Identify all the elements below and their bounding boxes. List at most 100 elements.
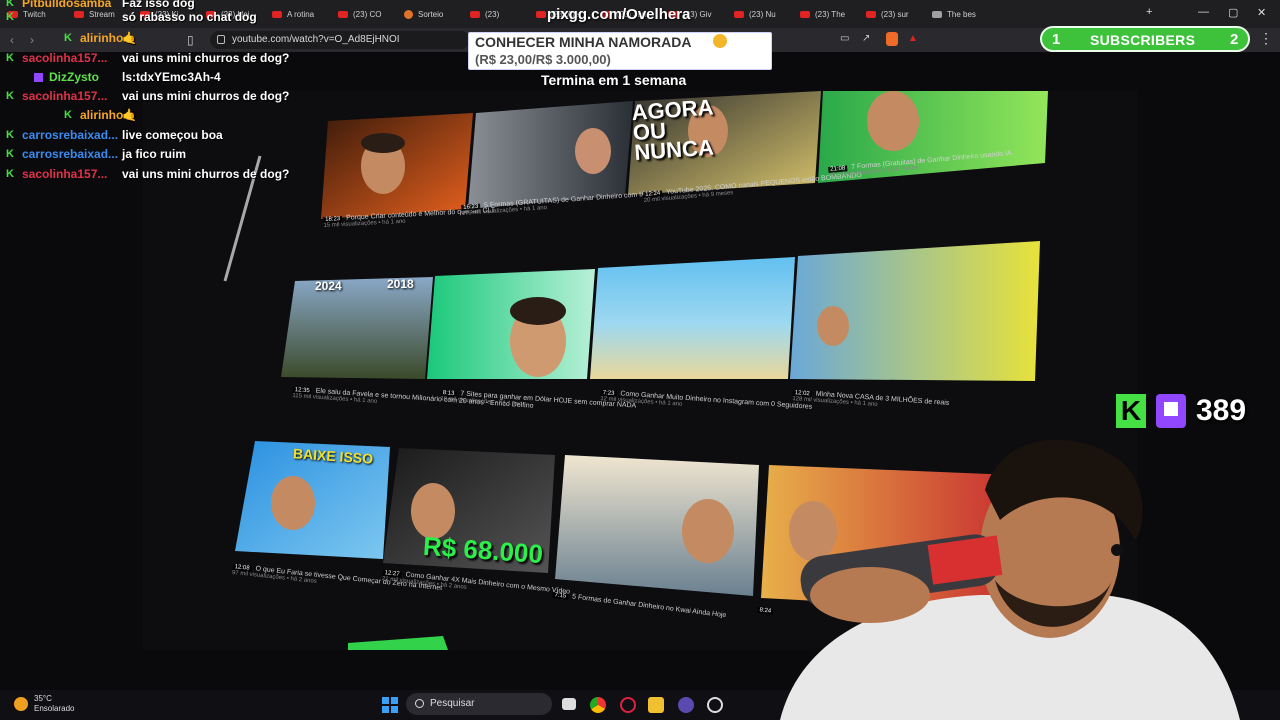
goal-ends: Termina em 1 semana <box>541 72 687 88</box>
chat-message: DizZysto ls:tdxYEmc3Ah-4 <box>6 70 306 84</box>
browser-tab-label: (23) Nu <box>749 9 776 19</box>
app-icon[interactable] <box>678 697 694 713</box>
chat-username: carrosrebaixad... <box>22 147 119 161</box>
browser-tab-label: Sorteio <box>418 9 444 19</box>
youtube-icon <box>734 10 744 18</box>
subscribers-label: SUBSCRIBERS <box>1090 32 1196 48</box>
youtube-icon <box>338 10 348 18</box>
goal-progress: (R$ 23,00/R$ 3.000,00) <box>475 52 611 67</box>
share-icon[interactable]: ↗ <box>862 33 870 44</box>
chat-username: DizZysto <box>49 70 100 84</box>
chat-text: vai uns mini churros de dog? <box>122 167 290 181</box>
browser-tab[interactable]: (23) The <box>792 3 858 25</box>
browser-tab[interactable]: Sorteio <box>396 3 462 25</box>
pix-url: pixgg.com/Ovelhera <box>547 6 691 23</box>
kick-badge-icon: K <box>6 11 14 23</box>
kick-badge-icon: K <box>64 109 72 121</box>
windows-start-icon[interactable] <box>382 697 398 713</box>
browser-tab[interactable]: The bes <box>924 3 990 25</box>
chat-message: Ksó rabasso no chat dog <box>6 10 306 24</box>
browser-tab-label: The bes <box>947 9 976 19</box>
chrome-icon[interactable] <box>590 697 606 713</box>
browser-tab-label: (23) CO <box>353 9 382 19</box>
task-view-icon[interactable] <box>562 698 576 710</box>
viewer-counter: K 389 <box>1116 394 1246 428</box>
browser-menu-icon[interactable]: ⋮ <box>1259 30 1273 47</box>
kick-badge-icon: K <box>6 168 14 180</box>
goal-title: CONHECER MINHA NAMORADA <box>475 34 692 50</box>
smile-emoji-icon <box>713 34 727 48</box>
kick-badge-icon: K <box>6 129 14 141</box>
chat-username: sacolinha157... <box>22 89 108 103</box>
kick-badge-icon: K <box>64 32 72 44</box>
subscribers-count: 1 <box>1052 31 1061 48</box>
chat-text: 🤙 <box>122 108 137 122</box>
weather-desc: Ensolarado <box>34 704 75 713</box>
subscribers-goal-bar: 1 SUBSCRIBERS 2 <box>1040 26 1250 52</box>
folder-icon[interactable] <box>648 697 664 713</box>
chat-username: carrosrebaixad... <box>22 128 119 142</box>
kick-logo-icon: K <box>1116 394 1146 428</box>
kick-badge-icon: K <box>6 52 14 64</box>
chat-username: alirinho <box>80 108 124 122</box>
youtube-icon <box>536 10 546 18</box>
browser-tab[interactable]: (23) <box>462 3 528 25</box>
cast-icon[interactable]: ▭ <box>840 33 849 44</box>
weather-widget[interactable]: 35°C Ensolarado <box>14 694 74 714</box>
donation-goal: CONHECER MINHA NAMORADA (R$ 23,00/R$ 3.0… <box>468 32 772 70</box>
chat-text: ls:tdxYEmc3Ah-4 <box>122 70 221 84</box>
browser-tab-label: (23) <box>485 9 500 19</box>
site-icon <box>932 10 942 18</box>
chat-text: ja fico ruim <box>122 147 187 161</box>
chat-message: K Pitbulldosamba Faz isso dog <box>6 0 306 10</box>
brave-shield-icon[interactable] <box>886 32 898 46</box>
thumb-text-2018: 2018 <box>387 277 414 291</box>
chat-text: só rabasso no chat dog <box>122 10 257 24</box>
chat-text: live começou boa <box>122 128 223 142</box>
browser-tab-label: (23) The <box>815 9 846 19</box>
chat-text: 🤙 <box>122 31 137 45</box>
subscribers-target: 2 <box>1230 31 1239 48</box>
browser-tab-label: (23) sur <box>881 9 909 19</box>
youtube-icon <box>800 10 810 18</box>
chat-username: sacolinha157... <box>22 51 108 65</box>
chat-username: alirinho <box>80 31 124 45</box>
close-icon[interactable]: ✕ <box>1257 6 1266 19</box>
viewer-count: 389 <box>1196 394 1247 427</box>
thumb-text-agora: AGORA OU NUNCA <box>630 94 715 166</box>
sun-icon <box>14 697 28 711</box>
browser-tab[interactable]: (23) CO <box>330 3 396 25</box>
chat-message: Kcarrosrebaixad... live começou boa <box>6 128 306 142</box>
browser-tab[interactable]: (23) Nu <box>726 3 792 25</box>
kick-badge-icon: K <box>6 0 14 9</box>
streamer-webcam <box>740 430 1280 720</box>
chat-message: Kcarrosrebaixad... ja fico ruim <box>6 147 306 161</box>
chat-message: Ksacolinha157... vai uns mini churros de … <box>6 89 306 103</box>
chat-text: vai uns mini churros de dog? <box>122 89 290 103</box>
kick-badge-icon: K <box>6 148 14 160</box>
taskbar-search[interactable]: Pesquisar <box>406 693 552 715</box>
chat-text: vai uns mini churros de dog? <box>122 51 290 65</box>
thumb-text-2024: 2024 <box>315 279 342 293</box>
youtube-icon <box>470 10 480 18</box>
weather-temp: 35°C <box>34 694 52 703</box>
maximize-icon[interactable]: ▢ <box>1228 6 1238 19</box>
kick-badge-icon: K <box>6 90 14 102</box>
chat-username: sacolinha157... <box>22 167 108 181</box>
opera-icon[interactable] <box>620 697 636 713</box>
streamer-figure <box>780 439 1240 720</box>
youtube-icon <box>866 10 876 18</box>
chat-text: Faz isso dog <box>122 0 195 10</box>
chat-message: Kalirinho 🤙 <box>6 108 306 122</box>
sorteio-icon <box>404 9 413 19</box>
settings-icon[interactable] <box>707 697 723 713</box>
brave-rewards-icon[interactable]: ▲ <box>908 33 918 44</box>
chat-username: Pitbulldosamba <box>22 0 112 10</box>
chat-message: Kalirinho 🤙 <box>6 31 306 45</box>
minimize-icon[interactable]: — <box>1198 6 1209 18</box>
twitch-badge-icon <box>34 72 43 82</box>
browser-tab[interactable]: (23) sur <box>858 3 924 25</box>
new-tab-icon[interactable]: + <box>1146 6 1152 18</box>
twitch-logo-icon <box>1156 394 1186 428</box>
chat-message: Ksacolinha157... vai uns mini churros de … <box>6 51 306 65</box>
